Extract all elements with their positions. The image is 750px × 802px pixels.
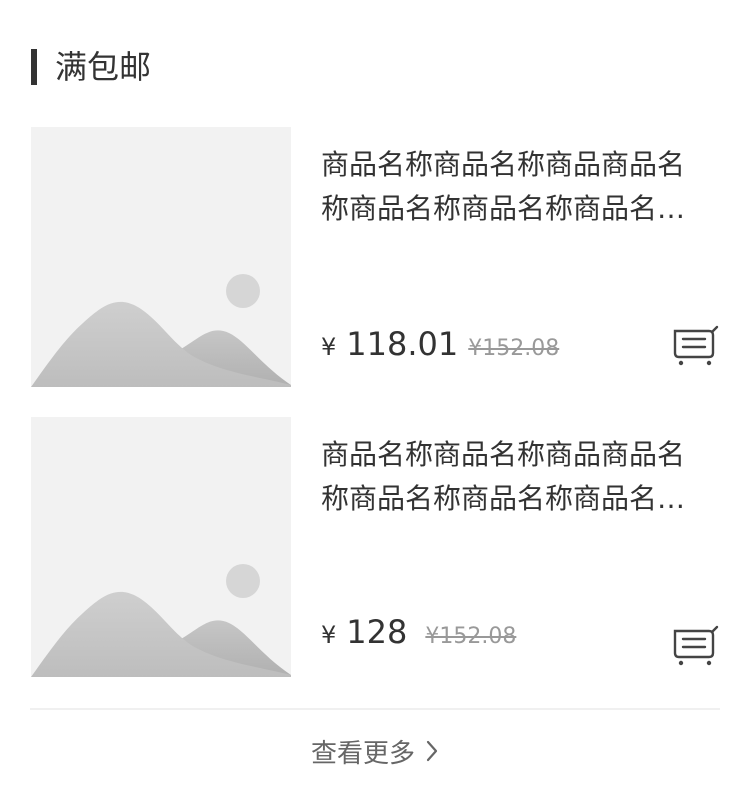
chevron-right-icon[interactable]: [425, 739, 439, 763]
product-card[interactable]: 商品名称商品名称商品商品名称商品名称商品名称商品名称商品名称 ¥ 118.01 …: [31, 127, 720, 387]
product-image[interactable]: [31, 127, 291, 387]
product-price: 128: [346, 613, 408, 651]
product-name[interactable]: 商品名称商品名称商品商品名称商品名称商品名称商品名称商品名称: [321, 143, 691, 231]
cart-icon[interactable]: [673, 625, 719, 667]
product-image[interactable]: [31, 417, 291, 677]
image-placeholder-icon: [31, 564, 291, 677]
section-header: 满包邮: [31, 46, 151, 88]
product-price: 118.01: [346, 325, 459, 363]
add-to-cart-button[interactable]: [673, 625, 719, 667]
section-header-bar: [31, 49, 37, 85]
product-name[interactable]: 商品名称商品名称商品商品名称商品名称商品名称商品名称商品名称: [321, 433, 691, 521]
price-row: ¥ 118.01 ¥152.08: [321, 325, 559, 369]
currency-symbol: ¥: [321, 621, 337, 649]
currency-symbol: ¥: [321, 333, 337, 361]
original-price: ¥152.08: [468, 336, 560, 361]
divider: [30, 708, 720, 710]
cart-icon[interactable]: [673, 325, 719, 367]
original-price: ¥152.08: [425, 624, 517, 649]
section-title: 满包邮: [55, 48, 152, 86]
view-more-button[interactable]: 查看更多: [0, 726, 750, 776]
product-card[interactable]: 商品名称商品名称商品商品名称商品名称商品名称商品名称商品名称 ¥ 128 ¥15…: [31, 417, 720, 677]
price-row: ¥ 128 ¥152.08: [321, 613, 516, 657]
view-more-label[interactable]: 查看更多: [311, 733, 415, 770]
add-to-cart-button[interactable]: [673, 325, 719, 367]
image-placeholder-icon: [31, 274, 291, 387]
